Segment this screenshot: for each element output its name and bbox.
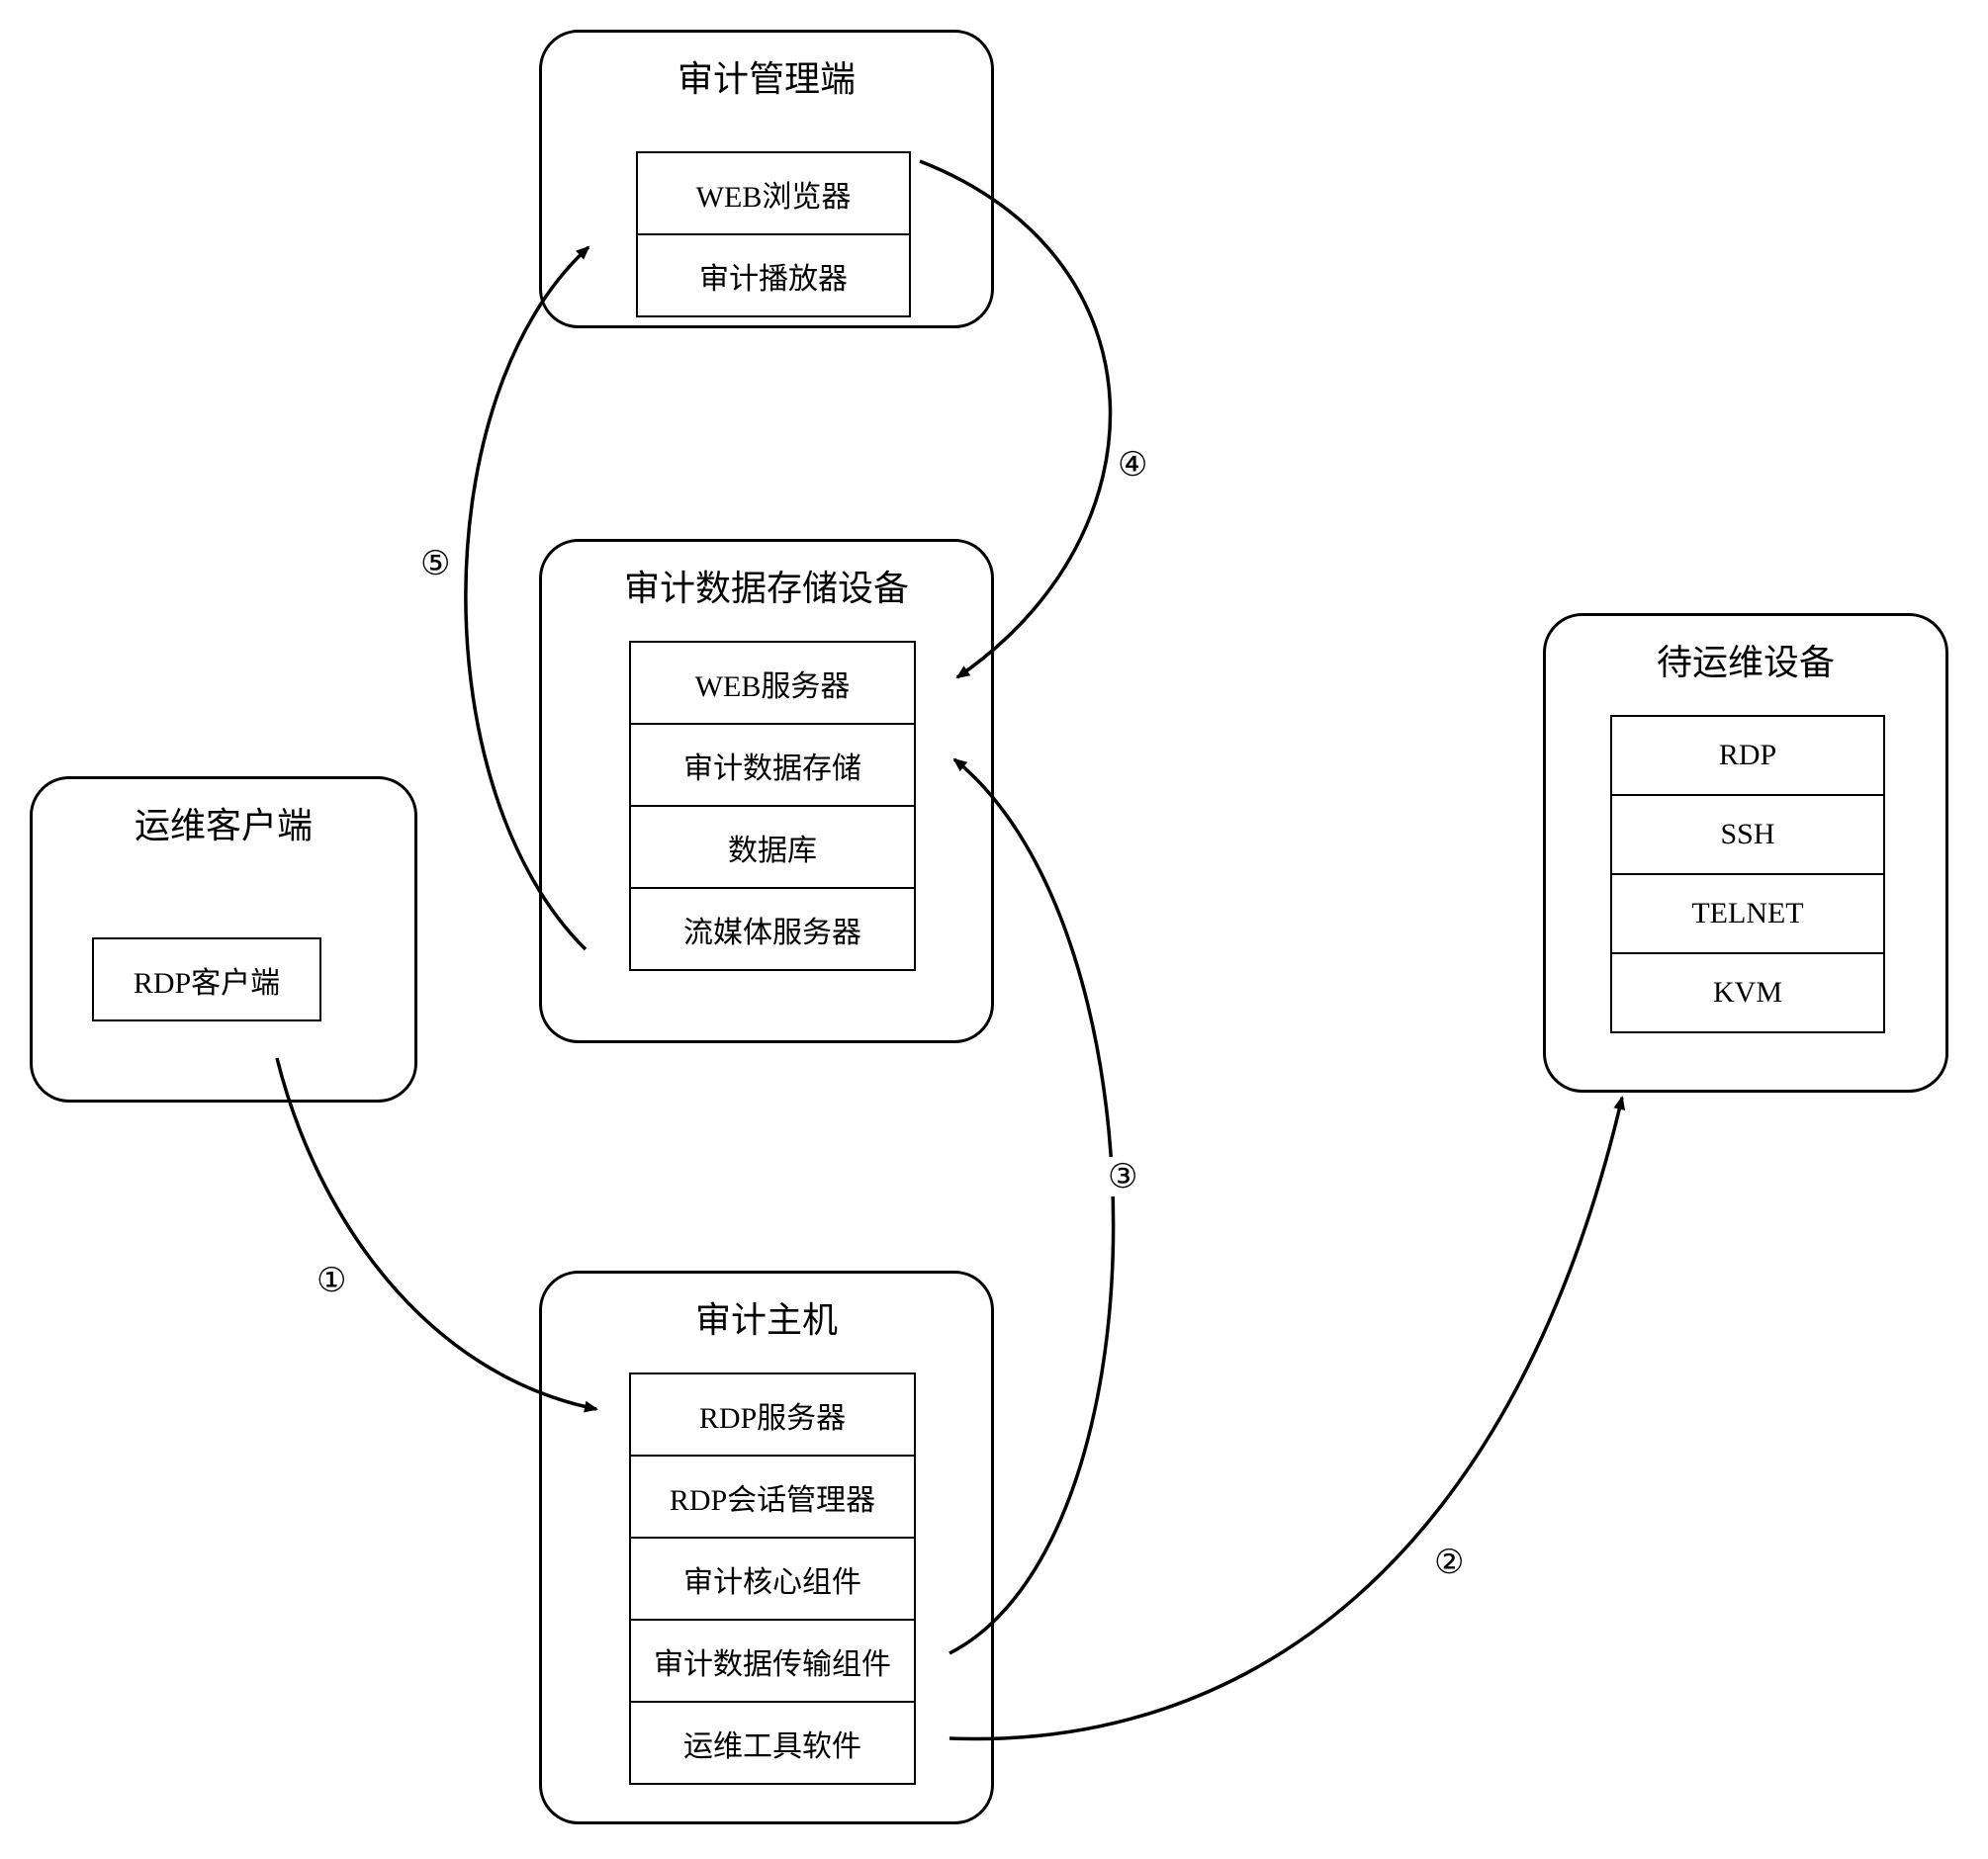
edge-label-1: ① [316, 1261, 346, 1300]
target-dev-slot-kvm: KVM [1610, 952, 1885, 1033]
edge-label-4: ④ [1118, 445, 1147, 485]
audit-host-slot-ops-tool: 运维工具软件 [629, 1701, 916, 1785]
node-audit-mgmt: 审计管理端 WEB浏览器 审计播放器 [539, 30, 994, 328]
node-ops-client: 运维客户端 RDP客户端 [30, 776, 417, 1103]
audit-storage-slot-stream-server: 流媒体服务器 [629, 887, 916, 971]
node-ops-client-title: 运维客户端 [33, 797, 414, 848]
audit-mgmt-slot-audit-player: 审计播放器 [636, 233, 911, 317]
node-audit-storage-title: 审计数据存储设备 [542, 560, 991, 611]
audit-host-slot-rdp-session-mgr: RDP会话管理器 [629, 1455, 916, 1539]
node-audit-storage: 审计数据存储设备 WEB服务器 审计数据存储 数据库 流媒体服务器 [539, 539, 994, 1043]
diagram-canvas: 审计管理端 WEB浏览器 审计播放器 审计数据存储设备 WEB服务器 审计数据存… [0, 0, 1988, 1859]
node-audit-mgmt-title: 审计管理端 [542, 50, 991, 102]
node-target-dev: 待运维设备 RDP SSH TELNET KVM [1543, 613, 1948, 1093]
audit-host-slot-rdp-server: RDP服务器 [629, 1372, 916, 1457]
node-target-dev-title: 待运维设备 [1546, 634, 1945, 685]
audit-mgmt-slot-web-browser: WEB浏览器 [636, 151, 911, 235]
target-dev-slot-ssh: SSH [1610, 794, 1885, 875]
target-dev-slot-rdp: RDP [1610, 715, 1885, 796]
audit-host-slot-audit-transfer: 审计数据传输组件 [629, 1619, 916, 1703]
audit-storage-slot-data-store: 审计数据存储 [629, 723, 916, 807]
node-audit-host-title: 审计主机 [542, 1291, 991, 1343]
target-dev-slot-telnet: TELNET [1610, 873, 1885, 954]
ops-client-slot-rdp-client: RDP客户端 [92, 937, 321, 1021]
audit-host-slot-audit-core: 审计核心组件 [629, 1537, 916, 1621]
edge-label-3: ③ [1108, 1157, 1137, 1196]
edge-label-5: ⑤ [420, 544, 450, 583]
audit-storage-slot-database: 数据库 [629, 805, 916, 889]
edge-label-2: ② [1434, 1543, 1464, 1582]
audit-storage-slot-web-server: WEB服务器 [629, 641, 916, 725]
edge-2 [949, 1098, 1622, 1739]
node-audit-host: 审计主机 RDP服务器 RDP会话管理器 审计核心组件 审计数据传输组件 运维工… [539, 1271, 994, 1824]
